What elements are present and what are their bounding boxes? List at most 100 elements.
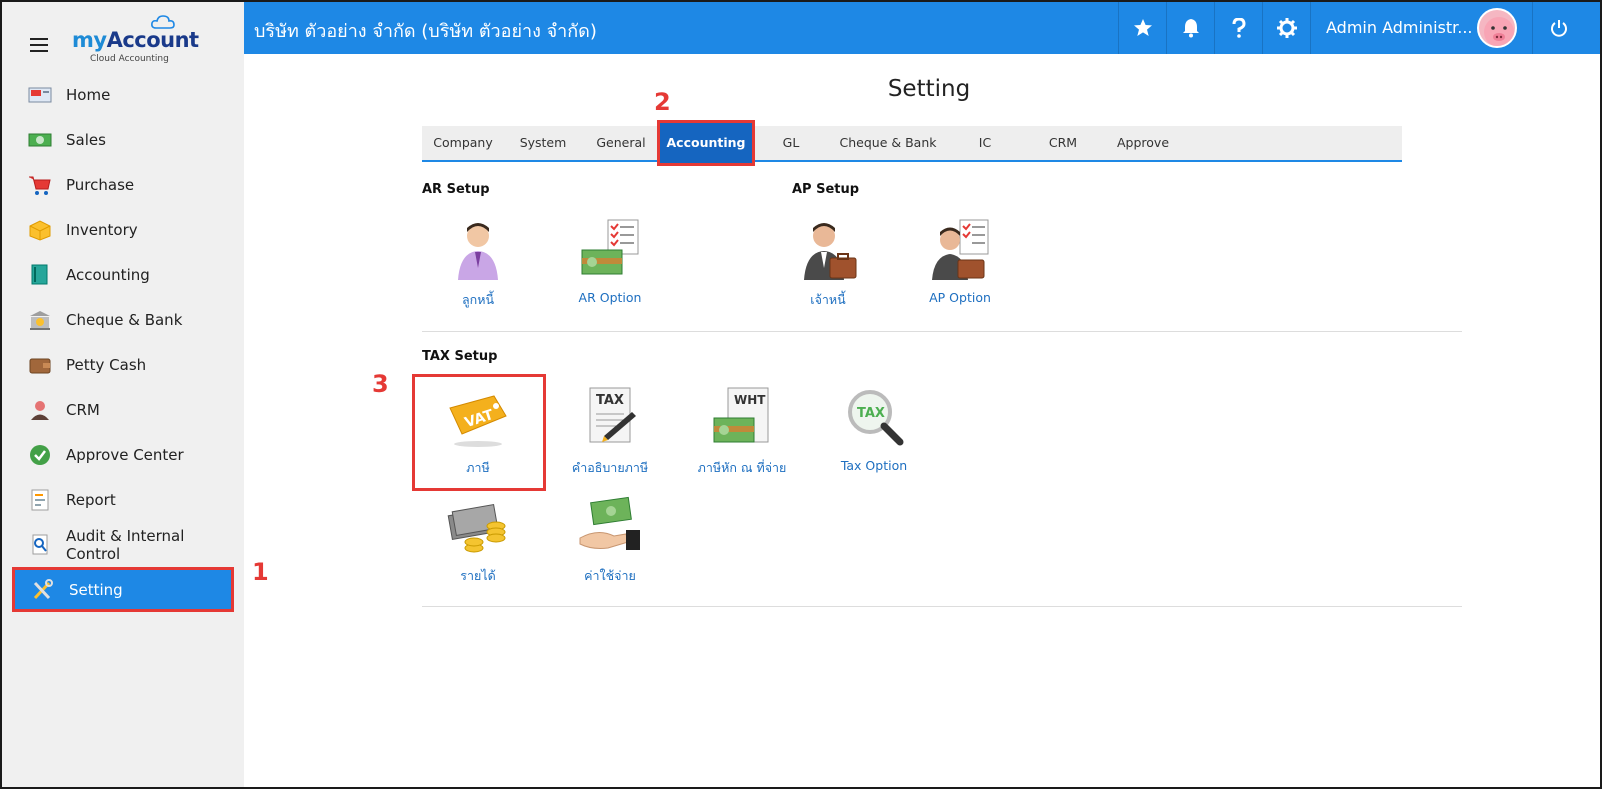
sidebar-item-home[interactable]: Home <box>12 72 234 117</box>
sidebar-item-crm[interactable]: CRM <box>12 387 234 432</box>
help-button[interactable] <box>1214 2 1262 54</box>
tax-setup-title: TAX Setup <box>422 349 498 364</box>
logout-button[interactable] <box>1532 2 1584 54</box>
sidebar-item-cheque-bank[interactable]: Cheque & Bank <box>12 297 234 342</box>
sidebar-item-label: Home <box>66 85 111 104</box>
brand-subtitle: Cloud Accounting <box>90 54 169 64</box>
step-3-marker: 3 <box>372 370 389 398</box>
report-icon <box>28 489 52 511</box>
tile-label: AR Option <box>578 290 642 305</box>
money-coins-icon <box>446 494 510 558</box>
bell-icon <box>1182 19 1199 38</box>
sidebar-item-label: CRM <box>66 400 100 419</box>
sidebar-item-inventory[interactable]: Inventory <box>12 207 234 252</box>
step-2-marker: 2 <box>654 88 671 116</box>
favorite-button[interactable] <box>1118 2 1166 54</box>
sidebar-item-label: Sales <box>66 130 106 149</box>
menu-icon[interactable] <box>30 38 48 52</box>
tab-system[interactable]: System <box>504 126 582 160</box>
question-icon <box>1232 18 1246 38</box>
tile-label: AP Option <box>929 290 991 305</box>
setting-tabs: Company System General Accounting GL Che… <box>422 120 1402 166</box>
sidebar-nav: Home Sales Purchase Inventory Accounting… <box>12 72 234 612</box>
magnifier-tax-icon: TAX <box>842 386 906 450</box>
avatar[interactable] <box>1477 8 1517 48</box>
customer-icon <box>446 218 510 282</box>
sidebar-item-approve-center[interactable]: Approve Center <box>12 432 234 477</box>
tab-ic[interactable]: IC <box>946 126 1024 160</box>
tile-label: ค่าใช้จ่าย <box>584 568 636 583</box>
tax-document-icon: TAX <box>578 386 642 450</box>
check-icon <box>28 444 52 466</box>
cart-icon <box>28 174 52 196</box>
ap-setup-title: AP Setup <box>792 182 860 197</box>
sidebar-item-label: Cheque & Bank <box>66 310 183 329</box>
hand-money-icon <box>578 494 642 558</box>
notification-button[interactable] <box>1166 2 1214 54</box>
divider <box>422 331 1462 332</box>
ap-option-tile[interactable]: AP Option <box>900 218 1020 305</box>
tile-label: ลูกหนี้ <box>461 292 494 307</box>
tax-option-text: TAX <box>857 406 885 421</box>
home-icon <box>28 84 52 106</box>
settings-button[interactable] <box>1262 2 1310 54</box>
tile-label: Tax Option <box>840 458 908 473</box>
sidebar-item-label: Inventory <box>66 220 138 239</box>
sidebar-item-accounting[interactable]: Accounting <box>12 252 234 297</box>
app-window: myAccount Cloud Accounting Home Sales Pu… <box>0 0 1602 789</box>
tax-description-tile[interactable]: TAX คำอธิบายภาษี <box>550 386 670 478</box>
sidebar-item-label: Purchase <box>66 175 135 194</box>
audit-icon <box>28 534 52 556</box>
tab-company[interactable]: Company <box>422 126 504 160</box>
tab-accounting[interactable]: Accounting <box>657 120 755 166</box>
wht-money-icon: WHT <box>710 386 774 450</box>
bank-icon <box>28 309 52 331</box>
sidebar-item-label: Accounting <box>66 265 150 284</box>
withholding-tax-tile[interactable]: WHT ภาษีหัก ณ ที่จ่าย <box>682 386 802 478</box>
income-tile[interactable]: รายได้ <box>418 494 538 586</box>
sidebar-item-petty-cash[interactable]: Petty Cash <box>12 342 234 387</box>
main-content: Setting Company System General Accountin… <box>244 54 1600 787</box>
tab-general[interactable]: General <box>582 126 660 160</box>
highlight-tax-tile <box>412 374 546 491</box>
people-icon <box>28 399 52 421</box>
page-title: Setting <box>887 76 971 102</box>
tile-label: เจ้าหนี้ <box>810 292 846 307</box>
sidebar-item-audit[interactable]: Audit & Internal Control <box>12 522 234 567</box>
user-name: Admin Administr... <box>1326 18 1473 37</box>
tab-gl[interactable]: GL <box>752 126 830 160</box>
sidebar-item-label: Audit & Internal Control <box>66 526 185 563</box>
sidebar-item-label: Petty Cash <box>66 355 147 374</box>
tile-label: คำอธิบายภาษี <box>571 460 649 475</box>
wht-doc-text: WHT <box>734 393 766 407</box>
money-checklist-icon <box>578 218 642 282</box>
book-icon <box>28 264 52 286</box>
logo-row: myAccount Cloud Accounting <box>2 2 244 72</box>
ar-option-tile[interactable]: AR Option <box>550 218 670 305</box>
tile-label: รายได้ <box>460 568 496 583</box>
step-1-marker: 1 <box>252 558 269 586</box>
expense-tile[interactable]: ค่าใช้จ่าย <box>550 494 670 586</box>
sidebar-item-setting[interactable]: Setting <box>12 567 234 612</box>
sidebar-item-sales[interactable]: Sales <box>12 117 234 162</box>
tax-option-tile[interactable]: TAX Tax Option <box>814 386 934 473</box>
top-bar: บริษัท ตัวอย่าง จำกัด (บริษัท ตัวอย่าง จ… <box>244 2 1600 54</box>
creditor-tile[interactable]: เจ้าหนี้ <box>768 218 888 310</box>
sidebar-item-report[interactable]: Report <box>12 477 234 522</box>
brand-my: my <box>72 28 107 52</box>
ar-setup-title: AR Setup <box>422 182 490 197</box>
sidebar-item-purchase[interactable]: Purchase <box>12 162 234 207</box>
divider <box>422 606 1462 607</box>
sidebar-item-label: Approve Center <box>66 445 184 464</box>
tab-approve[interactable]: Approve <box>1102 126 1184 160</box>
brand-account: Account <box>106 28 200 52</box>
power-icon <box>1550 20 1567 37</box>
tab-crm[interactable]: CRM <box>1024 126 1102 160</box>
gear-icon <box>1276 18 1297 38</box>
businessman-icon <box>796 218 860 282</box>
tab-cheque-bank[interactable]: Cheque & Bank <box>830 126 946 160</box>
tax-doc-text: TAX <box>596 393 624 408</box>
debtor-tile[interactable]: ลูกหนี้ <box>418 218 538 310</box>
sidebar-item-label: Report <box>66 490 116 509</box>
brand-logo[interactable]: myAccount <box>72 28 199 52</box>
